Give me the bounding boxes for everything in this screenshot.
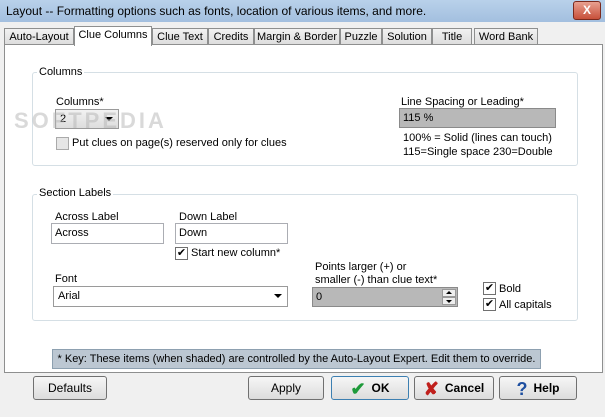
across-label-input[interactable]: Across <box>51 223 164 244</box>
section-labels-group-title: Section Labels <box>37 187 114 199</box>
checkmark-icon: ✔ <box>484 282 495 294</box>
help-button[interactable]: ? Help <box>499 376 577 400</box>
checkmark-icon: ✔ <box>484 298 495 310</box>
reserved-pages-label: Put clues on page(s) reserved only for c… <box>72 137 287 149</box>
font-select-value: Arial <box>58 290 81 302</box>
columns-label: Columns* <box>56 96 104 108</box>
title-bar: Layout -- Formatting options such as fon… <box>0 0 605 22</box>
across-label-caption: Across Label <box>55 211 119 223</box>
ok-button-label: OK <box>371 381 390 395</box>
window-title: Layout -- Formatting options such as fon… <box>6 4 427 18</box>
tab-clue-columns[interactable]: Clue Columns <box>74 26 152 46</box>
points-spinner[interactable] <box>442 289 456 307</box>
all-capitals-label: All capitals <box>499 299 552 311</box>
spin-down-icon[interactable] <box>442 297 456 305</box>
points-label-line2: smaller (-) than clue text* <box>315 274 438 286</box>
watermark: SOFTPEDIA <box>14 108 167 133</box>
tab-title[interactable]: Title <box>432 28 472 45</box>
help-button-label: Help <box>533 381 560 395</box>
points-size-value: 0 <box>316 291 323 303</box>
layout-dialog: Layout -- Formatting options such as fon… <box>0 0 605 417</box>
columns-group-title: Columns <box>37 66 85 78</box>
x-icon: ✘ <box>423 378 439 399</box>
spin-up-icon[interactable] <box>442 289 456 297</box>
cancel-button[interactable]: ✘ Cancel <box>414 376 494 400</box>
tab-puzzle[interactable]: Puzzle <box>340 28 382 45</box>
check-icon: ✔ <box>350 378 366 399</box>
font-label: Font <box>55 273 78 285</box>
tab-solution[interactable]: Solution <box>382 28 432 45</box>
checkmark-icon: ✔ <box>176 247 187 259</box>
start-new-column-checkbox[interactable]: ✔ <box>175 247 188 260</box>
key-note: * Key: These items (when shaded) are con… <box>52 349 541 369</box>
spacing-note-1: 100% = Solid (lines can touch) <box>403 132 552 144</box>
cancel-button-label: Cancel <box>444 381 485 395</box>
tab-margin-border[interactable]: Margin & Border <box>254 28 340 45</box>
spacing-note-2: 115=Single space 230=Double <box>403 146 553 158</box>
tab-auto-layout[interactable]: Auto-Layout <box>4 28 74 45</box>
tab-credits[interactable]: Credits <box>208 28 254 45</box>
tab-clue-text[interactable]: Clue Text <box>152 28 208 45</box>
start-new-column-label: Start new column* <box>191 247 281 259</box>
ok-button[interactable]: ✔ OK <box>331 376 409 400</box>
bold-checkbox[interactable]: ✔ <box>483 282 496 295</box>
all-capitals-checkbox[interactable]: ✔ <box>483 298 496 311</box>
tab-word-bank[interactable]: Word Bank <box>474 28 538 45</box>
line-spacing-label: Line Spacing or Leading* <box>401 96 524 108</box>
close-button[interactable]: X <box>573 1 601 20</box>
reserved-pages-checkbox[interactable] <box>56 137 69 150</box>
bold-label: Bold <box>499 283 522 295</box>
apply-button[interactable]: Apply <box>248 376 324 400</box>
down-label-caption: Down Label <box>179 211 238 223</box>
question-icon: ? <box>516 378 528 399</box>
chevron-down-icon <box>274 294 282 298</box>
down-label-input[interactable]: Down <box>175 223 288 244</box>
points-label-line1: Points larger (+) or <box>315 261 407 273</box>
defaults-button[interactable]: Defaults <box>33 376 107 400</box>
line-spacing-input[interactable]: 115 % <box>399 108 556 128</box>
points-size-input[interactable]: 0 <box>312 287 458 307</box>
font-select[interactable]: Arial <box>53 286 288 307</box>
